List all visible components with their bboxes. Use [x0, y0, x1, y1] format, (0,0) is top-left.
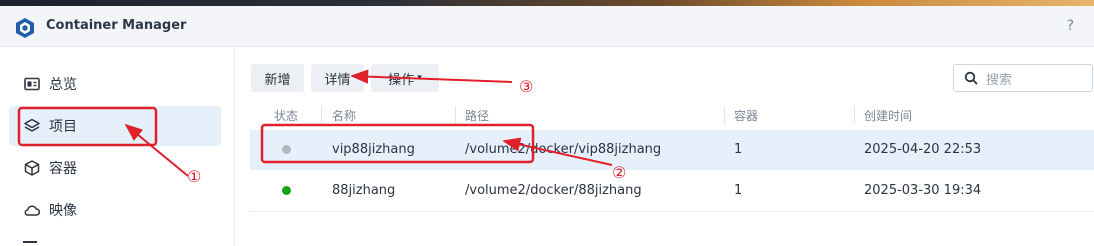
annotation-number-2: ② — [612, 163, 627, 182]
annotation-arrow-3 — [350, 69, 513, 84]
highlight-box-projects — [17, 106, 158, 147]
annotation-overlay — [17, 69, 613, 177]
annotation-number-3: ③ — [519, 77, 534, 96]
annotation-number-1: ① — [187, 167, 202, 186]
highlight-box-row — [260, 123, 535, 164]
